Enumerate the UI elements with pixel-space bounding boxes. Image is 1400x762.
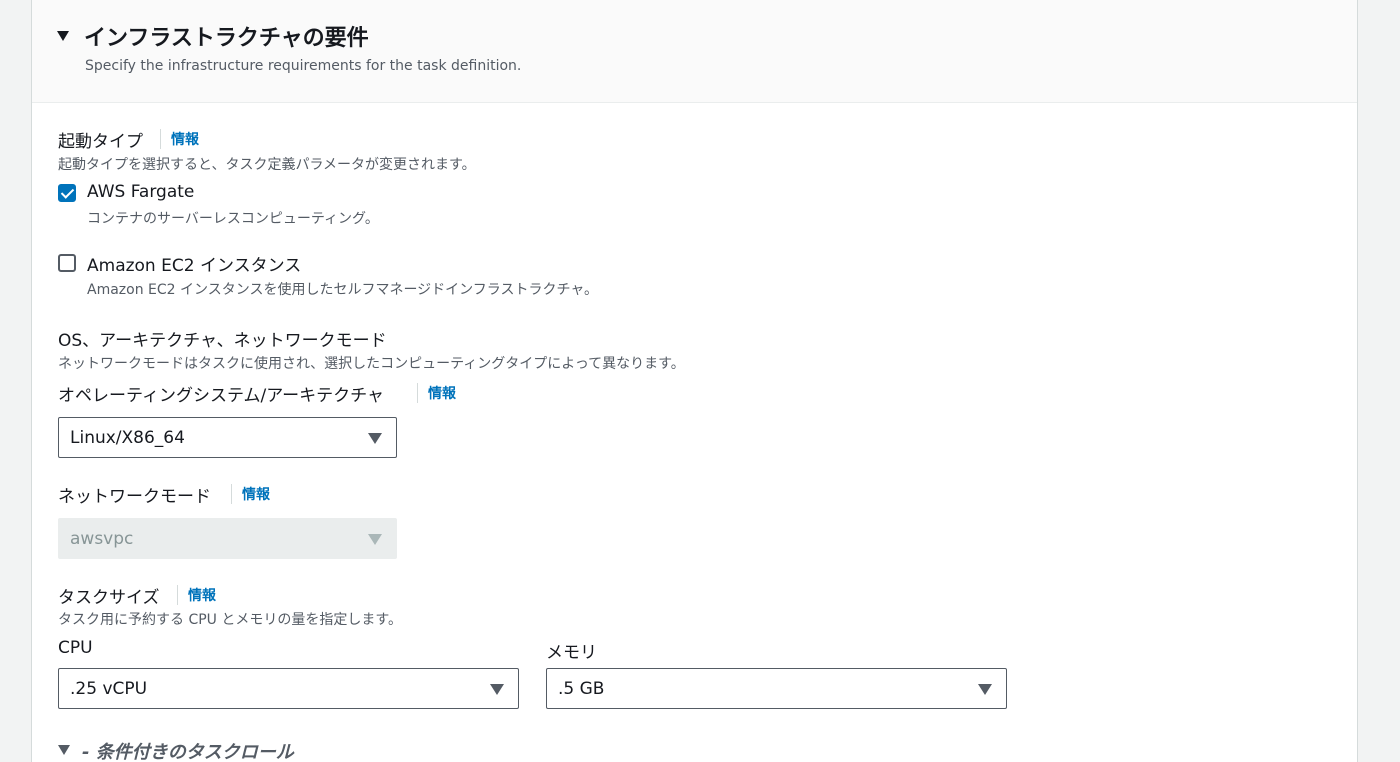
os-arch-info-link[interactable]: 情報 xyxy=(417,383,456,403)
task-size-info-link[interactable]: 情報 xyxy=(177,585,216,605)
network-mode-info-link[interactable]: 情報 xyxy=(231,484,270,504)
network-mode-select: awsvpc xyxy=(58,518,397,559)
section-title: インフラストラクチャの要件 xyxy=(84,26,369,51)
network-mode-select-value: awsvpc xyxy=(70,529,134,549)
cpu-select[interactable]: .25 vCPU xyxy=(58,668,519,709)
chevron-down-icon xyxy=(368,433,382,444)
os-arch-label: オペレーティングシステム/アーキテクチャ xyxy=(58,386,385,406)
task-size-label: タスクサイズ xyxy=(58,588,160,608)
cpu-label: CPU xyxy=(58,638,93,658)
section-description: Specify the infrastructure requirements … xyxy=(85,58,522,74)
network-mode-label: ネットワークモード xyxy=(58,487,211,507)
launch-type-description: 起動タイプを選択すると、タスク定義パラメータが変更されます。 xyxy=(58,157,476,173)
caret-down-icon[interactable] xyxy=(58,745,70,755)
task-size-description: タスク用に予約する CPU とメモリの量を指定します。 xyxy=(58,612,402,628)
task-role-section-title[interactable]: - 条件付きのタスクロール xyxy=(82,738,294,762)
launch-type-label: 起動タイプ xyxy=(58,132,143,152)
chevron-down-icon xyxy=(368,534,382,545)
os-arch-select-value: Linux/X86_64 xyxy=(70,428,185,448)
os-arch-select[interactable]: Linux/X86_64 xyxy=(58,417,397,458)
cpu-select-value: .25 vCPU xyxy=(70,679,148,699)
launch-type-info-link[interactable]: 情報 xyxy=(160,129,199,149)
infrastructure-panel: インフラストラクチャの要件 Specify the infrastructure… xyxy=(31,0,1358,762)
ec2-checkbox[interactable] xyxy=(58,254,76,272)
fargate-label[interactable]: AWS Fargate xyxy=(87,182,194,202)
os-network-group-description: ネットワークモードはタスクに使用され、選択したコンピューティングタイプによって異… xyxy=(58,356,685,372)
caret-down-icon[interactable] xyxy=(57,31,69,41)
chevron-down-icon xyxy=(490,684,504,695)
ec2-label[interactable]: Amazon EC2 インスタンス xyxy=(87,251,301,276)
fargate-checkbox[interactable] xyxy=(58,184,76,202)
memory-select[interactable]: .5 GB xyxy=(546,668,1007,709)
chevron-down-icon xyxy=(978,684,992,695)
os-network-group-label: OS、アーキテクチャ、ネットワークモード xyxy=(58,331,387,351)
fargate-description: コンテナのサーバーレスコンピューティング。 xyxy=(87,211,379,227)
memory-label: メモリ xyxy=(546,643,597,663)
ec2-description: Amazon EC2 インスタンスを使用したセルフマネージドインフラストラクチャ… xyxy=(87,282,599,298)
memory-select-value: .5 GB xyxy=(558,679,605,699)
panel-header[interactable]: インフラストラクチャの要件 Specify the infrastructure… xyxy=(32,0,1357,103)
